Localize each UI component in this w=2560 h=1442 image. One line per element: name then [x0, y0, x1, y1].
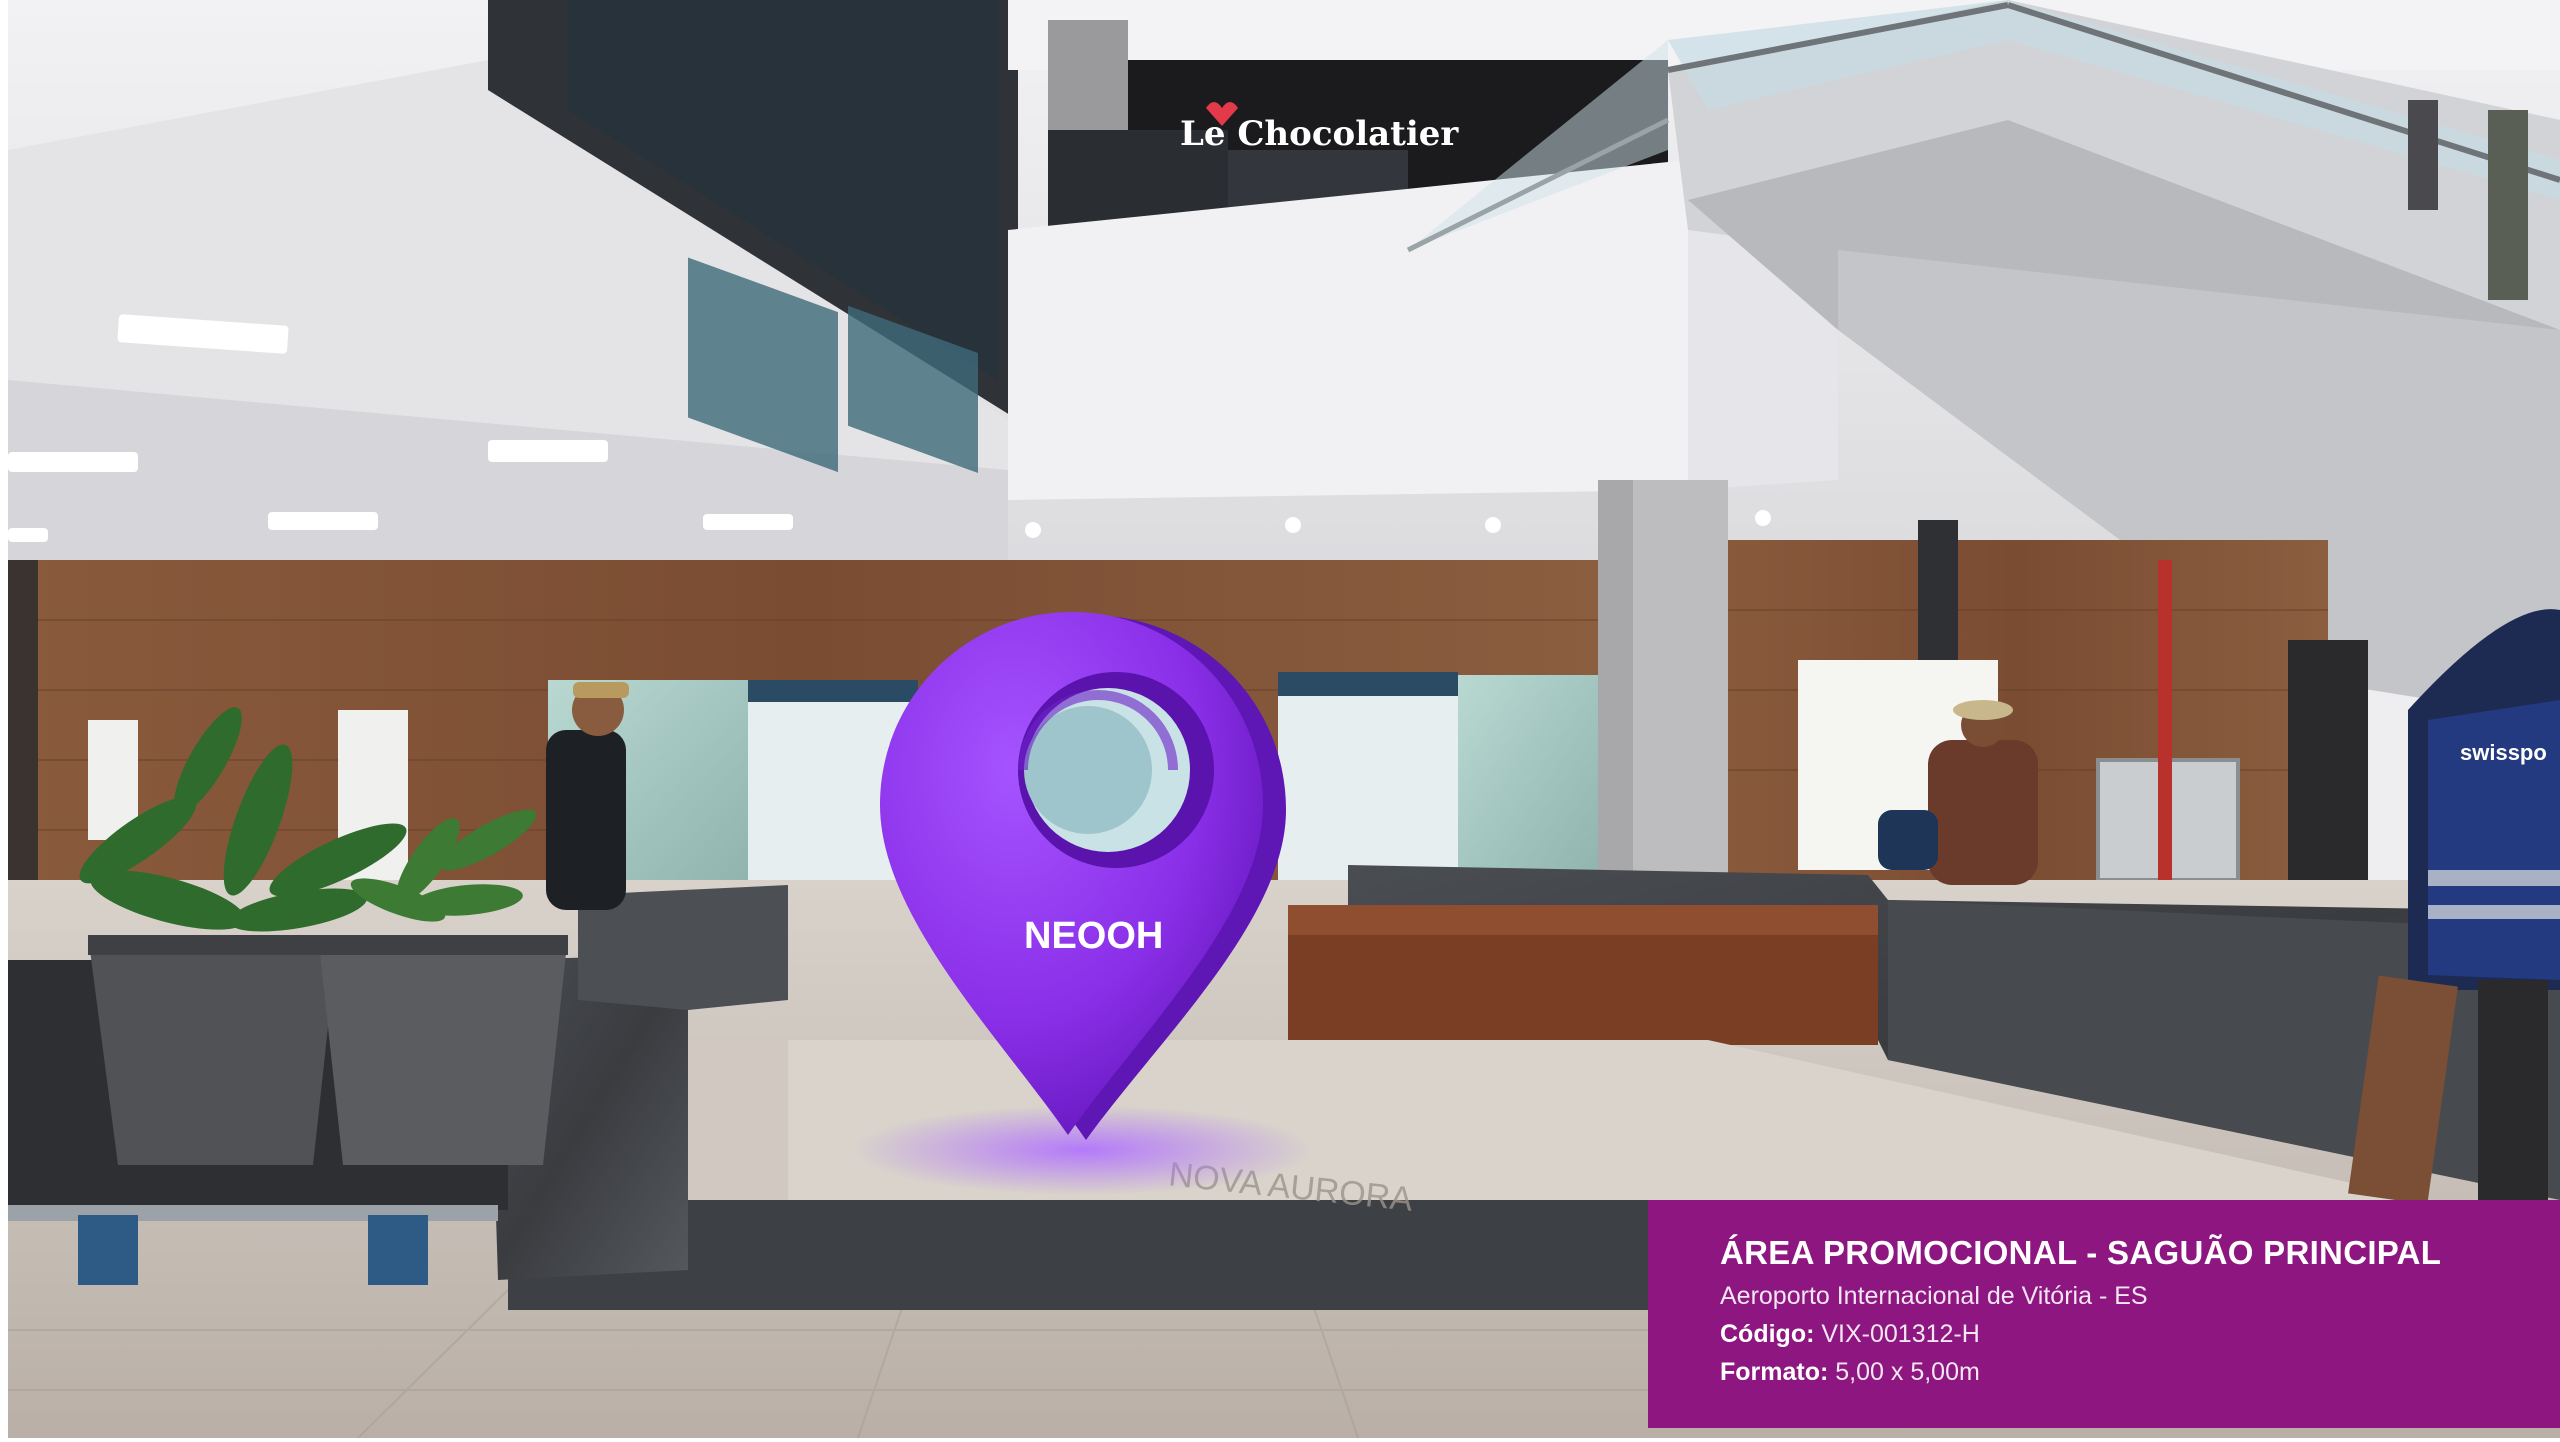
caption-code: Código: VIX-001312-H: [1720, 1320, 1980, 1349]
pin-logo: NEOOH: [1024, 915, 1163, 957]
code-label: Código:: [1720, 1320, 1815, 1348]
format-value: 5,00 x 5,00m: [1835, 1358, 1980, 1386]
caption-format: Formato: 5,00 x 5,00m: [1720, 1358, 1980, 1387]
code-value: VIX-001312-H: [1821, 1320, 1980, 1348]
caption-title: ÁREA PROMOCIONAL - SAGUÃO PRINCIPAL: [1720, 1234, 2442, 1271]
caption-panel: ÁREA PROMOCIONAL - SAGUÃO PRINCIPAL Aero…: [1648, 1200, 2560, 1428]
format-label: Formato:: [1720, 1358, 1829, 1386]
caption-location: Aeroporto Internacional de Vitória - ES: [1720, 1282, 2148, 1310]
vest-text: swisspo: [2460, 740, 2547, 765]
